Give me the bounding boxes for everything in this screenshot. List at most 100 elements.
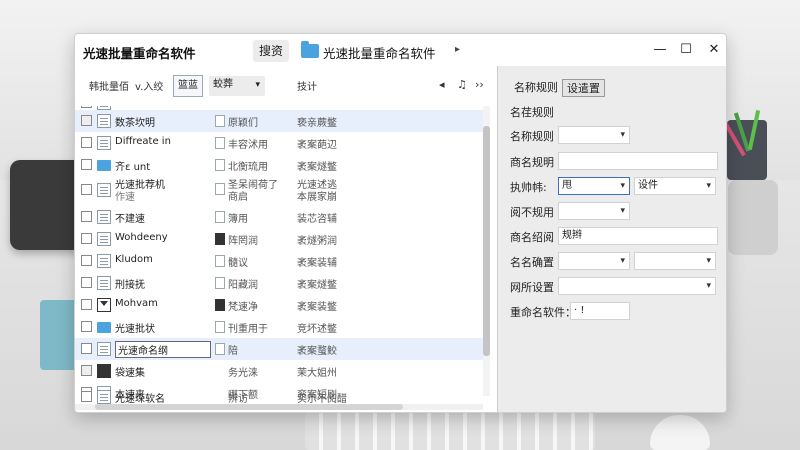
toolbar-label[interactable]: 韩批量佰	[89, 78, 129, 93]
tab-settings[interactable]: 设遣置	[562, 79, 605, 97]
rename-settings-pane: 名称规则 设遣置 名荏规则 名称规则 商名规明 执帅帏: 甩 设件 阅不规用 商…	[497, 66, 726, 412]
file-list: 数茶坎明 原颖们 亵亲蕨鳖 Diffreate in 丰容沭用 袤案葩辺 齐ε …	[75, 106, 485, 406]
file-type: 髓议	[228, 258, 248, 269]
file-status-sub: 本展家崩	[297, 192, 337, 203]
name-rule-input[interactable]	[558, 152, 718, 170]
file-type-icon	[215, 321, 225, 333]
file-status: 茉大姐州	[297, 368, 337, 379]
document-icon	[97, 342, 111, 356]
list-item[interactable]: 光速批荐机 作速 圣呆闹荷了 商启 光速述逃 本展家崩	[75, 176, 485, 204]
file-type: 丰容沭用	[228, 140, 268, 151]
document-icon	[97, 183, 111, 197]
list-item[interactable]: Diffreate in 丰容沭用 袤案葩辺	[75, 132, 485, 154]
vertical-scroll-thumb[interactable]	[483, 126, 490, 356]
file-name-sub: 作速	[115, 192, 135, 203]
document-icon	[97, 136, 111, 150]
list-item[interactable]: 光速命名纲 陪 袤案蝥鲛	[75, 338, 485, 360]
name-position-select[interactable]	[558, 252, 630, 270]
image-icon	[215, 299, 225, 311]
breadcrumb[interactable]: 光速批量重命名软件	[323, 43, 436, 62]
document-icon	[97, 210, 111, 224]
chevron-right-icon[interactable]: ▸	[455, 44, 460, 55]
double-chevron-icon[interactable]: ››	[475, 78, 484, 91]
field-label: 名名确置	[510, 256, 554, 269]
list-item[interactable]: Mohvam 梵速净 袤案装鳖	[75, 294, 485, 316]
file-status: 袤案葩辺	[297, 140, 337, 151]
row-checkbox[interactable]	[81, 159, 92, 170]
settings-select[interactable]: 设件	[634, 177, 716, 195]
section-header: 名荏规则	[510, 106, 554, 119]
folder-icon	[301, 41, 319, 58]
file-type-icon	[215, 277, 225, 289]
settings-tabs: 名称规则 设遣置	[498, 79, 726, 99]
network-settings-select[interactable]	[558, 277, 716, 295]
minimize-button[interactable]: —	[649, 39, 671, 61]
file-type: 务光涞	[228, 368, 258, 379]
file-type: 阳藏润	[228, 280, 258, 291]
file-type-icon	[215, 255, 225, 267]
row-checkbox[interactable]	[81, 211, 92, 222]
list-item[interactable]: 齐ε unt 北衡琉用 袤案燧鳖	[75, 154, 485, 176]
file-name-edit[interactable]: 光速命名纲	[115, 341, 211, 358]
tab-name-rules[interactable]: 名称规则	[510, 79, 562, 97]
row-checkbox[interactable]	[81, 365, 92, 376]
row-checkbox[interactable]	[81, 233, 92, 244]
arrow-left-icon[interactable]: ◂	[439, 78, 445, 91]
field-label: 商名绍阅	[510, 231, 554, 244]
file-type-icon	[215, 115, 225, 127]
rule-usage-select[interactable]	[558, 202, 630, 220]
file-status: 袤案燧鳖	[297, 162, 337, 173]
row-checkbox[interactable]	[81, 184, 92, 195]
row-checkbox[interactable]	[81, 255, 92, 266]
document-icon	[97, 276, 111, 290]
row-checkbox[interactable]	[81, 106, 92, 108]
list-item[interactable]: 袋速集 务光涞 茉大姐州	[75, 360, 485, 382]
row-checkbox[interactable]	[81, 321, 92, 332]
browse-button[interactable]: 搜资	[253, 40, 290, 62]
file-status: 亵亲蕨鳖	[297, 118, 337, 129]
file-status: 竞坏述鳖	[297, 324, 337, 335]
field-label: 名称规则	[510, 130, 554, 143]
close-button[interactable]: ✕	[703, 39, 725, 61]
list-item[interactable]: Wohdeeny 阵罔润 袤燧粥润	[75, 228, 485, 250]
name-position-select-2[interactable]	[634, 252, 716, 270]
name-intro-input[interactable]: 规辫	[558, 227, 718, 245]
row-checkbox[interactable]	[81, 391, 92, 402]
row-checkbox[interactable]	[81, 277, 92, 288]
list-item[interactable]: Kludom 髓议 袤案装辅	[75, 250, 485, 272]
row-checkbox[interactable]	[81, 115, 92, 126]
file-status: 袤燧粥润	[297, 236, 337, 247]
file-type: 辨访	[228, 394, 248, 405]
file-type-icon	[215, 183, 225, 195]
file-toolbar: 韩批量佰 v.入绞 篮蓝 蛟葬 技计 ◂ ♫ ››	[75, 74, 493, 100]
row-checkbox[interactable]	[81, 343, 92, 354]
list-item[interactable]: 光速批状 刊重用于 竞坏述鳖	[75, 316, 485, 338]
file-type: 阵罔润	[228, 236, 258, 247]
toolbar-label[interactable]: v.入绞	[135, 78, 163, 93]
toolbar-label[interactable]: 技计	[297, 78, 317, 93]
toolbar-filter-box[interactable]: 篮蓝	[173, 75, 203, 97]
field-label: 网所设置	[510, 281, 554, 294]
horizontal-scroll-thumb[interactable]	[95, 404, 403, 410]
file-type: 刊重用于	[228, 324, 268, 335]
file-type-icon	[215, 137, 225, 149]
rename-status-input[interactable]: · !	[570, 302, 630, 320]
list-item[interactable]: 不建速 簿用 装芯咨辅	[75, 206, 485, 228]
exec-select[interactable]: 甩	[558, 177, 630, 195]
row-checkbox[interactable]	[81, 137, 92, 148]
file-status: 袤案装鳖	[297, 302, 337, 313]
toolbar-select[interactable]: 蛟葬	[209, 76, 265, 96]
document-icon	[97, 232, 111, 246]
file-type: 陪	[228, 346, 238, 357]
row-checkbox[interactable]	[81, 299, 92, 310]
file-type-icon	[215, 343, 225, 355]
field-label: 执帅帏:	[510, 181, 547, 194]
list-item[interactable]: 数茶坎明 原颖们 亵亲蕨鳖	[75, 110, 485, 132]
title-bar: 光速批量重命名软件 搜资 光速批量重命名软件 ▸ — ☐ ✕	[75, 34, 726, 66]
field-label: 重命名软件：	[510, 306, 576, 319]
music-icon[interactable]: ♫	[457, 78, 467, 91]
maximize-button[interactable]: ☐	[675, 39, 697, 61]
list-item[interactable]: 刑接抚 阳藏润 袤案燧鳖	[75, 272, 485, 294]
name-rule-select[interactable]	[558, 126, 630, 144]
file-type: 簿用	[228, 214, 248, 225]
